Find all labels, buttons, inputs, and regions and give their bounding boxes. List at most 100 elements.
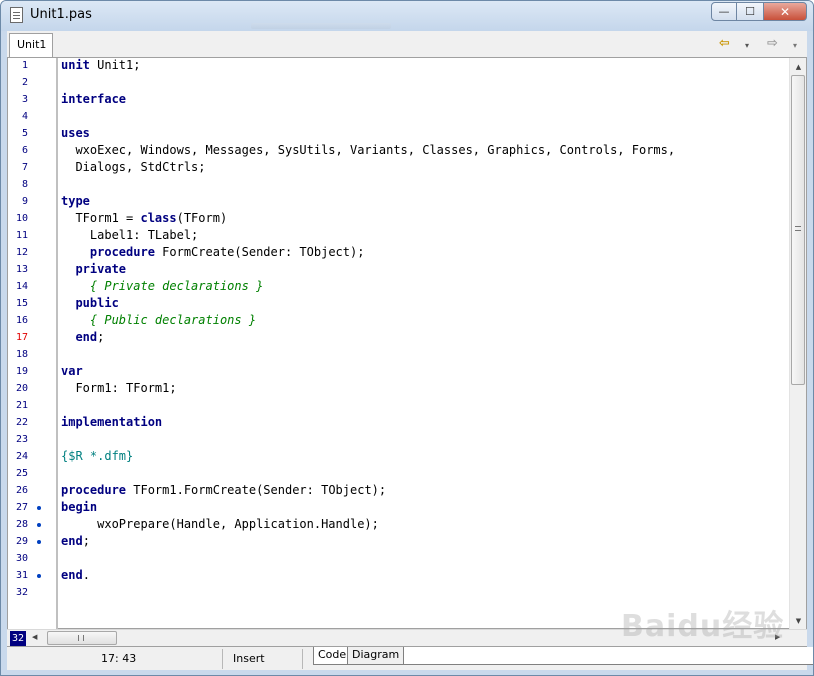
comment-token: { Public declarations } bbox=[89, 313, 257, 327]
breakpoint-gutter[interactable] bbox=[30, 58, 57, 629]
executable-line-dot-icon[interactable] bbox=[37, 506, 41, 510]
scroll-down-arrow[interactable]: ▼ bbox=[790, 612, 807, 629]
code-token: . bbox=[82, 568, 90, 582]
line-number: 26 bbox=[15, 485, 28, 496]
code-line[interactable]: wxoPrepare(Handle, Application.Handle); bbox=[61, 516, 379, 533]
code-token: Form1: TForm1; bbox=[61, 381, 177, 395]
vertical-scroll-thumb[interactable] bbox=[791, 75, 805, 385]
line-number: 13 bbox=[15, 264, 28, 275]
line-number: 30 bbox=[15, 553, 28, 564]
insert-mode-indicator[interactable]: Insert bbox=[223, 649, 303, 669]
line-number: 28 bbox=[15, 519, 28, 530]
code-line[interactable]: procedure TForm1.FormCreate(Sender: TObj… bbox=[61, 482, 386, 499]
comment-token: { Private declarations } bbox=[89, 279, 264, 293]
code-line[interactable]: Form1: TForm1; bbox=[61, 380, 177, 397]
line-number: 12 bbox=[15, 247, 28, 258]
code-line[interactable]: begin bbox=[61, 499, 97, 516]
code-token: wxoPrepare(Handle, Application.Handle); bbox=[61, 517, 379, 531]
line-number: 11 bbox=[15, 230, 28, 241]
line-number: 6 bbox=[21, 145, 28, 156]
code-editor[interactable]: 1 2 3 4 5 6 7 8 9 10 11 12 13 14 15 16 17 18 19 20 21 22 23 24 2… bbox=[7, 58, 807, 629]
vertical-scrollbar[interactable]: ▲ ▼ bbox=[789, 58, 806, 629]
code-line[interactable]: end. bbox=[61, 567, 90, 584]
scroll-left-arrow[interactable]: ◀ bbox=[32, 633, 37, 641]
code-line[interactable]: implementation bbox=[61, 414, 162, 431]
code-token: wxoExec, Windows, Messages, SysUtils, Va… bbox=[61, 143, 676, 157]
back-arrow-icon[interactable]: ⇦ bbox=[719, 36, 730, 51]
line-number: 24 bbox=[15, 451, 28, 462]
code-line[interactable]: end; bbox=[61, 533, 90, 550]
tab-unit1[interactable]: Unit1 bbox=[9, 33, 53, 57]
code-line[interactable]: uses bbox=[61, 125, 90, 142]
line-number: 25 bbox=[15, 468, 28, 479]
code-token: Dialogs, StdCtrls; bbox=[61, 160, 206, 174]
line-number: 20 bbox=[15, 383, 28, 394]
code-line[interactable]: unit Unit1; bbox=[61, 58, 140, 74]
executable-line-dot-icon[interactable] bbox=[37, 523, 41, 527]
back-dropdown-icon[interactable]: ▾ bbox=[745, 41, 749, 50]
executable-line-dot-icon[interactable] bbox=[37, 574, 41, 578]
keyword-token: begin bbox=[61, 500, 98, 514]
keyword-token: private bbox=[75, 262, 127, 276]
window-title: Unit1.pas bbox=[30, 7, 92, 22]
line-number-gutter: 1 2 3 4 5 6 7 8 9 10 11 12 13 14 15 16 17 18 19 20 21 22 23 24 2… bbox=[8, 58, 30, 629]
code-token: ; bbox=[97, 330, 105, 344]
code-line[interactable]: { Private declarations } bbox=[61, 278, 263, 295]
code-line[interactable]: end; bbox=[61, 329, 104, 346]
keyword-token: end bbox=[61, 534, 83, 548]
code-line[interactable]: wxoExec, Windows, Messages, SysUtils, Va… bbox=[61, 142, 675, 159]
line-number: 15 bbox=[15, 298, 28, 309]
tab-diagram[interactable]: Diagram bbox=[347, 647, 405, 665]
code-text-area[interactable]: unit Unit1; interface uses wxoExec, Window… bbox=[61, 58, 790, 629]
scroll-grip-icon bbox=[78, 635, 84, 641]
keyword-token: public bbox=[75, 296, 119, 310]
code-line[interactable]: Dialogs, StdCtrls; bbox=[61, 159, 206, 176]
line-number: 10 bbox=[15, 213, 28, 224]
code-line[interactable]: private bbox=[61, 261, 126, 278]
directive-token: {$R *.dfm} bbox=[61, 449, 134, 463]
horizontal-scroll-thumb[interactable] bbox=[47, 631, 117, 645]
line-number: 9 bbox=[21, 196, 28, 207]
keyword-token: procedure bbox=[61, 483, 127, 497]
code-line[interactable]: var bbox=[61, 363, 83, 380]
line-number: 7 bbox=[21, 162, 28, 173]
line-number: 16 bbox=[15, 315, 28, 326]
code-token: TForm1 = bbox=[61, 211, 141, 225]
maximize-button[interactable]: ☐ bbox=[737, 2, 763, 21]
code-token: FormCreate(Sender: TObject); bbox=[154, 245, 365, 259]
scroll-up-arrow[interactable]: ▲ bbox=[790, 58, 807, 75]
keyword-token: var bbox=[61, 364, 83, 378]
line-number: 23 bbox=[15, 434, 28, 445]
line-number: 32 bbox=[15, 587, 28, 598]
code-token: (TForm) bbox=[176, 211, 228, 225]
minimize-icon: — bbox=[718, 5, 730, 18]
close-button[interactable]: ✕ bbox=[763, 2, 807, 21]
code-token: ; bbox=[82, 534, 90, 548]
code-line[interactable]: Label1: TLabel; bbox=[61, 227, 198, 244]
code-line[interactable]: type bbox=[61, 193, 90, 210]
code-line[interactable]: { Public declarations } bbox=[61, 312, 256, 329]
line-number: 2 bbox=[21, 77, 28, 88]
code-line[interactable]: procedure FormCreate(Sender: TObject); bbox=[61, 244, 365, 261]
window-controls: — ☐ ✕ bbox=[711, 2, 807, 21]
minimize-button[interactable]: — bbox=[711, 2, 737, 21]
forward-dropdown-icon[interactable]: ▾ bbox=[793, 41, 797, 50]
scroll-right-arrow[interactable]: ▶ bbox=[775, 633, 780, 641]
keyword-token: uses bbox=[61, 126, 90, 140]
forward-arrow-icon[interactable]: ⇨ bbox=[767, 36, 778, 51]
code-line[interactable]: TForm1 = class(TForm) bbox=[61, 210, 227, 227]
code-line[interactable]: public bbox=[61, 295, 119, 312]
cursor-position: 17: 43 bbox=[67, 649, 223, 669]
code-line[interactable]: interface bbox=[61, 91, 126, 108]
line-number: 19 bbox=[15, 366, 28, 377]
title-bar[interactable]: Unit1.pas — ☐ ✕ bbox=[1, 1, 813, 31]
executable-line-dot-icon[interactable] bbox=[37, 540, 41, 544]
code-token: Label1: TLabel; bbox=[61, 228, 199, 242]
line-number: 21 bbox=[15, 400, 28, 411]
code-line[interactable]: {$R *.dfm} bbox=[61, 448, 133, 465]
keyword-token: class bbox=[140, 211, 177, 225]
